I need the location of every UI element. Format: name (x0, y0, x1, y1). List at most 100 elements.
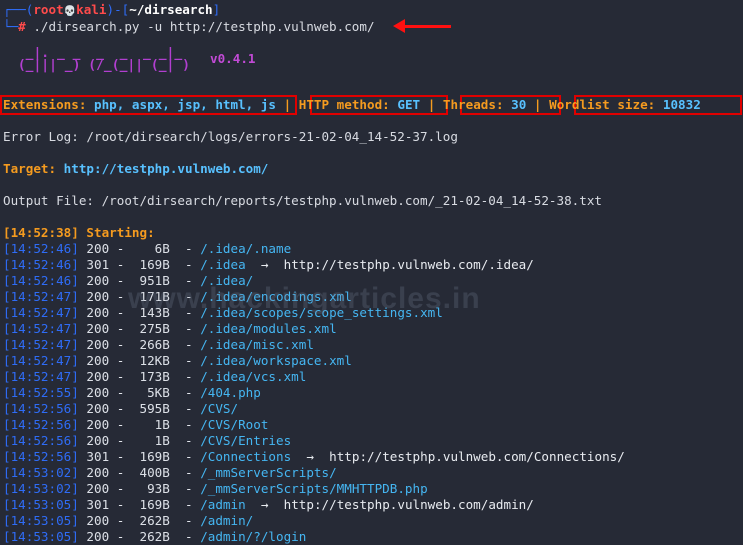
result-status: 200 (86, 273, 110, 288)
result-path: /Connections (200, 449, 292, 464)
result-status: 200 (86, 385, 110, 400)
prompt-host: kali (76, 2, 107, 17)
result-time: [14:52:46] (3, 273, 79, 288)
prompt-user: root (33, 2, 64, 17)
result-row: [14:52:47] 200 - 173B - /.idea/vcs.xml (3, 369, 307, 384)
result-path: /admin (200, 497, 246, 512)
result-time: [14:53:05] (3, 529, 79, 544)
result-size: 173B (131, 369, 170, 384)
result-time: [14:52:56] (3, 401, 79, 416)
result-status: 200 (86, 337, 110, 352)
prompt-end: ] (212, 2, 221, 17)
result-path: /.idea/.name (200, 241, 292, 256)
result-status: 200 (86, 353, 110, 368)
result-row: [14:52:47] 200 - 275B - /.idea/modules.x… (3, 321, 337, 336)
result-path: /CVS/ (200, 401, 239, 416)
config-info-row: Extensions: php, aspx, jsp, html, js | H… (3, 97, 701, 113)
prompt-corner: └─ (3, 19, 19, 34)
prompt-dir: ~/dirsearch (129, 2, 213, 17)
result-status: 301 (86, 257, 110, 272)
separator: | (427, 97, 436, 112)
result-time: [14:53:02] (3, 465, 79, 480)
redirect-arrow-icon: → (260, 257, 269, 272)
separator: | (533, 97, 542, 112)
prompt-hash: # (18, 19, 26, 34)
result-status: 200 (86, 369, 110, 384)
prompt-header: ┌──(root💀kali)-[~/dirsearch] (3, 2, 220, 18)
logo-line-2: (_||| _) (/_(_|| (_| ) (10, 58, 191, 73)
output-file-line: Output File: /root/dirsearch/reports/tes… (3, 193, 602, 208)
result-time: [14:52:56] (3, 417, 79, 432)
prompt-open: ┌──( (3, 2, 34, 17)
result-size: 275B (131, 321, 170, 336)
result-size: 266B (131, 337, 170, 352)
result-path: /_mmServerScripts/ (200, 465, 337, 480)
wordlist-value: 10832 (662, 97, 701, 112)
result-redirect-url: http://testphp.vulnweb.com/admin/ (283, 497, 534, 512)
result-time: [14:52:47] (3, 337, 79, 352)
command-line[interactable]: └─# ./dirsearch.py -u http://testphp.vul… (3, 19, 375, 35)
starting-line: [14:52:38] Starting: (3, 225, 155, 241)
result-size: 6B (131, 241, 170, 256)
result-path: /.idea/misc.xml (200, 337, 314, 352)
result-size: 262B (131, 513, 170, 528)
result-status: 200 (86, 513, 110, 528)
result-size: 1B (131, 433, 170, 448)
starting-text: Starting: (86, 225, 155, 240)
result-status: 200 (86, 481, 110, 496)
terminal-window[interactable]: ┌──(root💀kali)-[~/dirsearch] └─# ./dirse… (0, 0, 743, 544)
result-redirect-url: http://testphp.vulnweb.com/.idea/ (283, 257, 534, 272)
result-status: 301 (86, 449, 110, 464)
result-time: [14:52:47] (3, 321, 79, 336)
result-status: 200 (86, 321, 110, 336)
red-arrow-shaft (398, 25, 451, 28)
result-size: 5KB (131, 385, 170, 400)
result-time: [14:52:47] (3, 289, 79, 304)
result-status: 200 (86, 465, 110, 480)
result-time: [14:53:05] (3, 513, 79, 528)
result-path: /.idea/workspace.xml (200, 353, 352, 368)
result-path: /.idea/modules.xml (200, 321, 337, 336)
result-path: /CVS/Entries (200, 433, 292, 448)
result-status: 301 (86, 497, 110, 512)
result-size: 262B (131, 529, 170, 544)
result-time: [14:53:05] (3, 497, 79, 512)
result-status: 200 (86, 241, 110, 256)
result-row: [14:52:56] 301 - 169B - /Connections → h… (3, 449, 625, 464)
result-row: [14:52:56] 200 - 1B - /CVS/Entries (3, 433, 292, 448)
result-status: 200 (86, 305, 110, 320)
result-size: 169B (131, 257, 170, 272)
method-label: HTTP method: (298, 97, 390, 112)
result-status: 200 (86, 289, 110, 304)
prompt-close: )-[ (106, 2, 130, 17)
command-text: ./dirsearch.py -u http://testphp.vulnweb… (25, 19, 375, 34)
result-size: 169B (131, 497, 170, 512)
result-row: [14:53:05] 200 - 262B - /admin/?/login (3, 529, 307, 544)
result-path: /admin/ (200, 513, 254, 528)
skull-icon: 💀 (63, 6, 77, 17)
wordlist-label: Wordlist size: (549, 97, 656, 112)
result-time: [14:52:46] (3, 257, 79, 272)
result-time: [14:52:56] (3, 433, 79, 448)
starting-time: [14:52:38] (3, 225, 79, 240)
result-row: [14:52:46] 200 - 6B - /.idea/.name (3, 241, 292, 256)
result-row: [14:52:47] 200 - 12KB - /.idea/workspace… (3, 353, 352, 368)
target-url: http://testphp.vulnweb.com/ (63, 161, 269, 176)
result-path: /CVS/Root (200, 417, 269, 432)
result-status: 200 (86, 433, 110, 448)
result-path: /404.php (200, 385, 261, 400)
extensions-value: php, aspx, jsp, html, js (94, 97, 276, 112)
result-time: [14:52:56] (3, 449, 79, 464)
result-row: [14:53:02] 200 - 400B - /_mmServerScript… (3, 465, 337, 480)
result-path: /.idea (200, 257, 246, 272)
result-row: [14:52:47] 200 - 266B - /.idea/misc.xml (3, 337, 314, 352)
error-log-line: Error Log: /root/dirsearch/logs/errors-2… (3, 129, 458, 144)
threads-label: Threads: (442, 97, 504, 112)
result-size: 93B (131, 481, 170, 496)
version-label: v0.4.1 (210, 51, 256, 66)
result-status: 200 (86, 529, 110, 544)
result-row: [14:53:02] 200 - 93B - /_mmServerScripts… (3, 481, 428, 496)
result-time: [14:52:47] (3, 353, 79, 368)
dirsearch-logo: _|. _ _ _ _ _ _|_ (_||| _) (/_(_|| (_| ) (10, 47, 191, 84)
threads-value: 30 (511, 97, 527, 112)
